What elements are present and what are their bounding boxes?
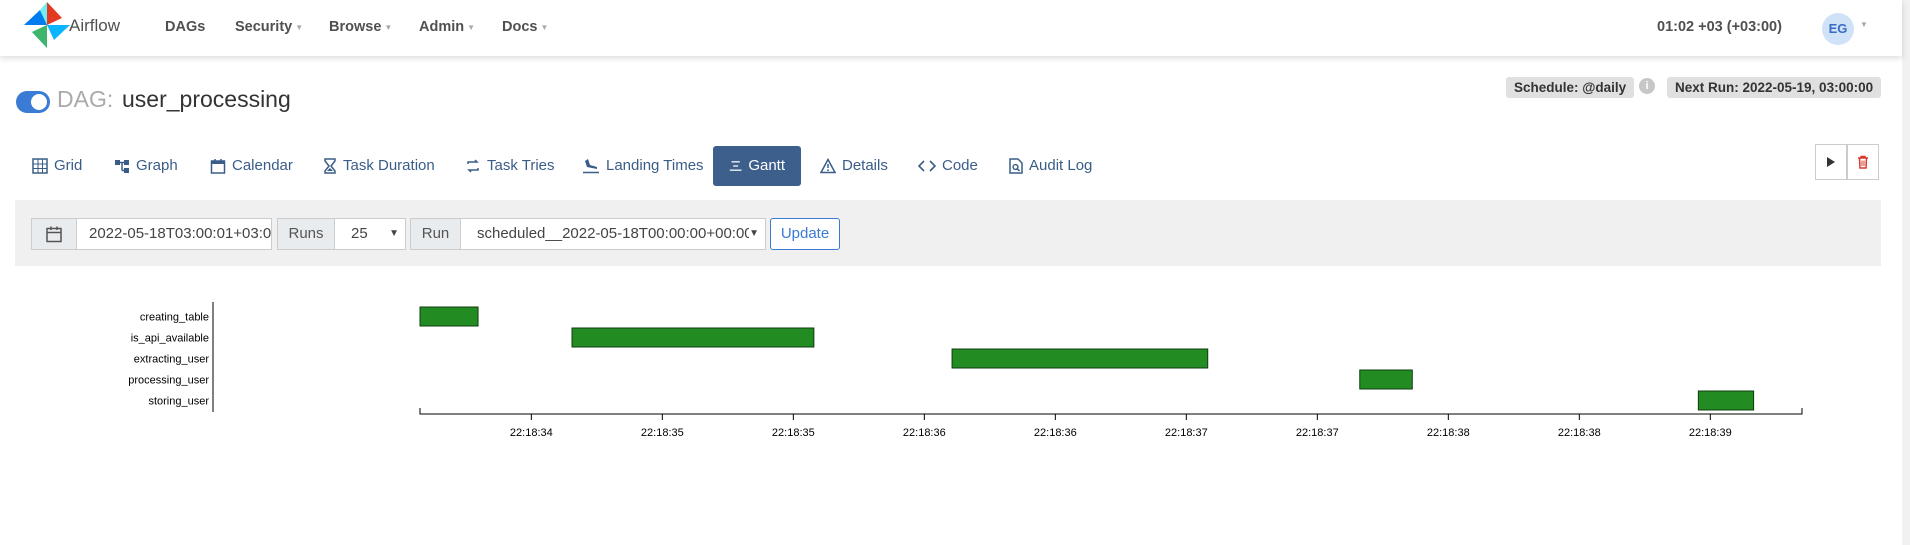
gantt-x-tick-label: 22:18:36 <box>1034 427 1077 439</box>
gantt-task-label: processing_user <box>128 375 209 387</box>
gantt-task-label: extracting_user <box>134 354 210 366</box>
gantt-x-tick-label: 22:18:34 <box>510 427 553 439</box>
gantt-task-bar[interactable] <box>1697 390 1755 411</box>
gantt-x-tick-label: 22:18:35 <box>772 427 815 439</box>
gantt-chart: creating_table is_api_available extracting… <box>128 302 1803 439</box>
gantt-task-bar[interactable] <box>571 327 815 348</box>
gantt-task-label: creating_table <box>140 312 209 324</box>
gantt-task-bar[interactable] <box>1359 369 1413 390</box>
gantt-task-bar[interactable] <box>951 348 1209 369</box>
gantt-x-tick-label: 22:18:39 <box>1689 427 1732 439</box>
gantt-task-bar[interactable] <box>419 306 479 327</box>
gantt-x-axis <box>419 408 1803 415</box>
gantt-task-label: storing_user <box>148 396 209 408</box>
gantt-x-tick-label: 22:18:37 <box>1165 427 1208 439</box>
gantt-x-tick-label: 22:18:38 <box>1558 427 1601 439</box>
gantt-x-tick-label: 22:18:38 <box>1427 427 1470 439</box>
gantt-x-tick-label: 22:18:37 <box>1296 427 1339 439</box>
gantt-x-tick-label: 22:18:35 <box>641 427 684 439</box>
gantt-task-label: is_api_available <box>131 333 209 345</box>
gantt-x-tick-label: 22:18:36 <box>903 427 946 439</box>
